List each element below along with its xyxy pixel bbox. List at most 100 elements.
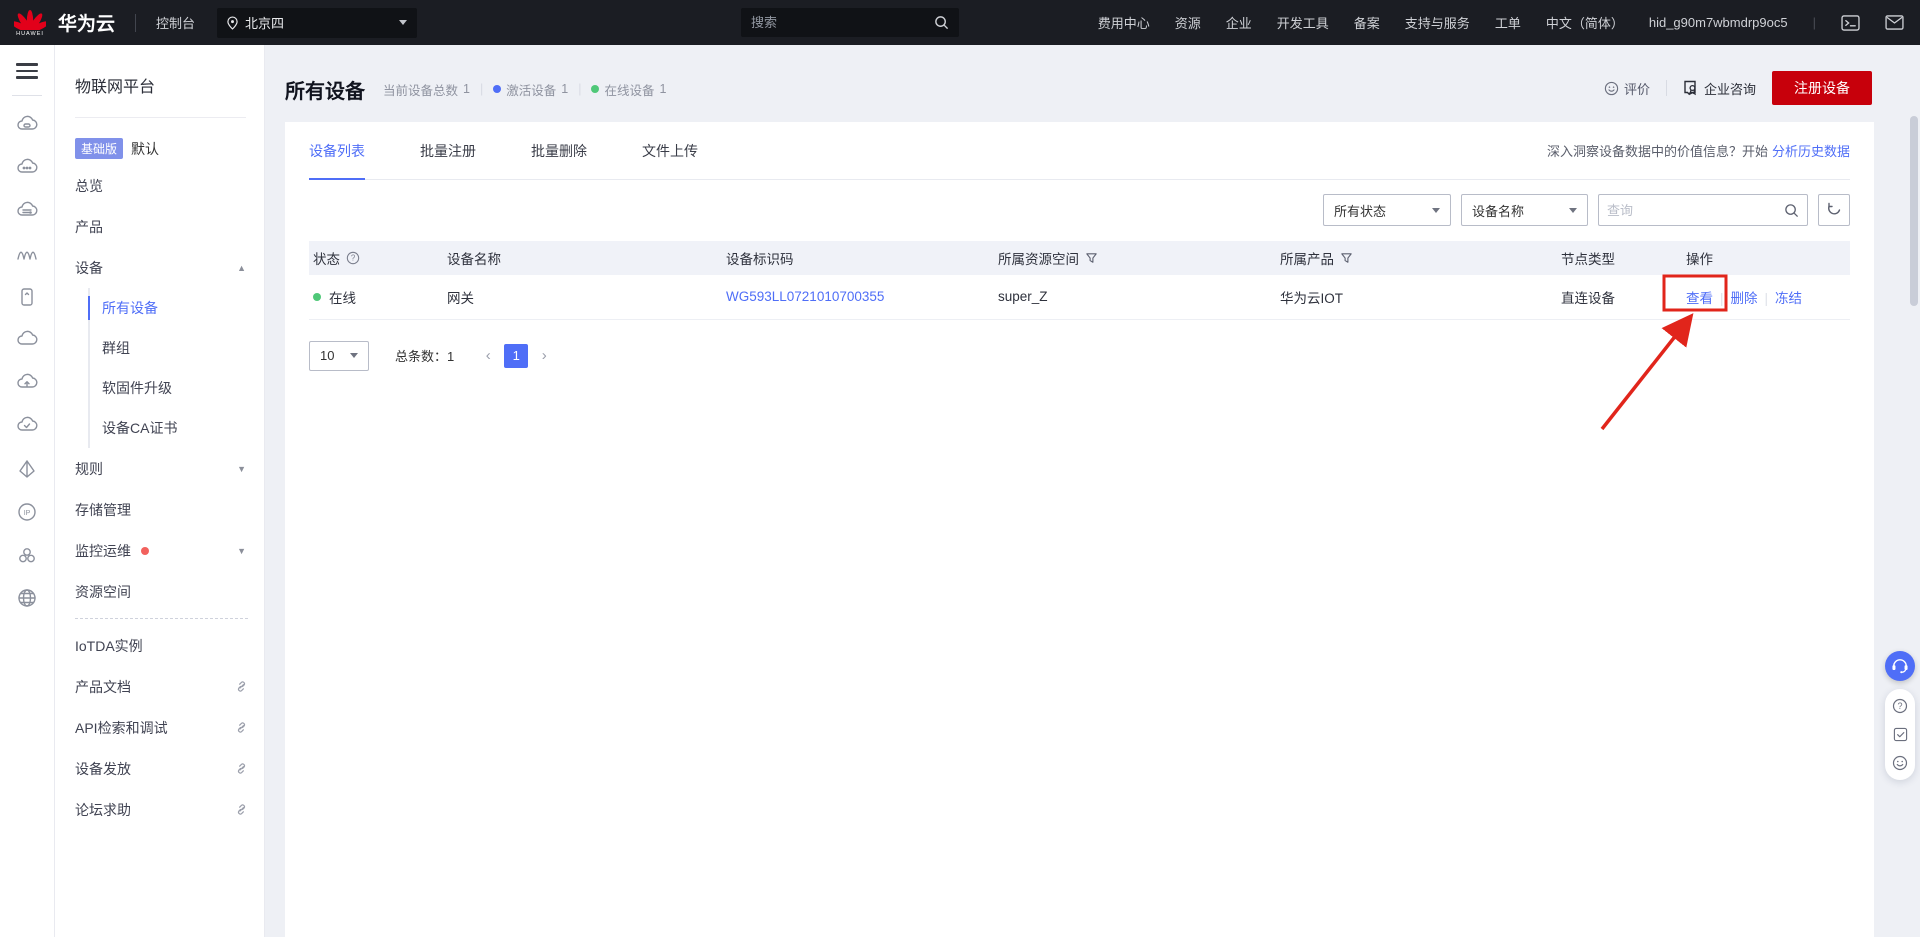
chevron-down-icon — [1569, 207, 1577, 213]
edition-row: 基础版 默认 — [75, 138, 264, 159]
page-size-select[interactable]: 10 — [309, 340, 369, 371]
brand-name: 华为云 — [58, 14, 116, 35]
svg-text:IP: IP — [24, 510, 31, 517]
table-row[interactable]: 在线 网关 WG593LL0721010700355 super_Z 华为云IO… — [309, 275, 1850, 320]
sidebar-item-storage[interactable]: 存储管理 — [55, 489, 264, 530]
console-link[interactable]: 控制台 — [156, 13, 195, 32]
hamburger-menu-icon[interactable] — [16, 63, 38, 79]
help-circle-button[interactable]: ? — [1892, 698, 1908, 714]
status-online-dot — [313, 292, 321, 301]
filter-funnel-icon[interactable] — [1340, 252, 1353, 265]
global-search-input[interactable] — [751, 15, 934, 30]
field-filter-select[interactable]: 设备名称 — [1461, 194, 1588, 226]
sidebar-item-overview[interactable]: 总览 — [55, 165, 264, 206]
query-search-box[interactable] — [1598, 194, 1808, 226]
status-value: 在线 — [329, 290, 356, 306]
huawei-logo[interactable]: HUAWEI — [14, 9, 46, 37]
rail-divider — [12, 94, 42, 96]
globe-icon[interactable] — [5, 577, 49, 620]
search-icon[interactable] — [934, 15, 949, 30]
sidebar-item-products[interactable]: 产品 — [55, 206, 264, 247]
total-count-label: 总条数：1 — [395, 349, 455, 364]
filter-funnel-icon[interactable] — [1085, 252, 1098, 265]
freeze-action-link[interactable]: 冻结 — [1775, 291, 1802, 306]
nav-icp[interactable]: 备案 — [1354, 13, 1380, 32]
nav-support[interactable]: 支持与服务 — [1405, 13, 1470, 32]
cloud-check-icon[interactable] — [5, 405, 49, 448]
analyze-history-link[interactable]: 分析历史数据 — [1772, 144, 1850, 159]
sidebar-item-devices[interactable]: 设备 ▲ — [55, 247, 264, 288]
prism-icon[interactable] — [5, 448, 49, 491]
global-search[interactable] — [741, 8, 959, 37]
delete-action-link[interactable]: 删除 — [1731, 291, 1758, 306]
rate-button[interactable]: 评价 — [1604, 79, 1650, 98]
assistant-robot-button[interactable] — [1885, 651, 1915, 681]
tab-batch-delete[interactable]: 批量删除 — [531, 122, 587, 179]
cloud-upload-icon[interactable] — [5, 362, 49, 405]
huawei-flower-icon — [14, 9, 46, 33]
org-icon[interactable] — [5, 534, 49, 577]
feedback-button[interactable] — [1893, 727, 1908, 742]
sidebar-item-firmware-upgrade[interactable]: 软固件升级 — [90, 368, 264, 408]
topbar-divider — [135, 13, 137, 32]
ip-icon[interactable]: IP — [5, 491, 49, 534]
devices-subgroup: 所有设备 群组 软固件升级 设备CA证书 — [88, 288, 264, 448]
chevron-down-icon: ▼ — [237, 545, 246, 556]
device-name: 网关 — [443, 275, 722, 320]
tab-device-list[interactable]: 设备列表 — [309, 122, 365, 180]
tabs: 设备列表 批量注册 批量删除 文件上传 深入洞察设备数据中的价值信息？开始 分析历… — [309, 122, 1850, 180]
cloud-server-icon[interactable] — [5, 190, 49, 233]
refresh-button[interactable] — [1818, 194, 1850, 226]
region-label: 北京四 — [245, 16, 285, 31]
sidebar-item-all-devices[interactable]: 所有设备 — [88, 288, 264, 328]
satisfaction-button[interactable] — [1892, 755, 1908, 771]
tab-batch-register[interactable]: 批量注册 — [420, 122, 476, 179]
help-icon[interactable]: ? — [346, 251, 360, 265]
nav-ticket[interactable]: 工单 — [1495, 13, 1521, 32]
online-dot — [591, 85, 600, 93]
vertical-scrollbar[interactable] — [1910, 116, 1918, 306]
cloud-ellipsis-icon[interactable] — [5, 147, 49, 190]
current-page-button[interactable]: 1 — [504, 343, 529, 368]
account-name[interactable]: hid_g90m7wbmdrp9oc5 — [1649, 15, 1788, 30]
sidebar-item-rules[interactable]: 规则 ▼ — [55, 448, 264, 489]
edition-name: 默认 — [131, 140, 160, 157]
nav-language[interactable]: 中文（简体） — [1546, 13, 1624, 32]
query-search-input[interactable] — [1607, 202, 1784, 218]
region-selector[interactable]: 北京四 — [217, 7, 418, 38]
sidebar-item-resource-space[interactable]: 资源空间 — [55, 571, 264, 612]
sidebar-item-device-provisioning[interactable]: 设备发放 — [55, 748, 264, 789]
prev-page-icon[interactable]: ‹ — [480, 347, 496, 364]
sidebar-item-forum-help[interactable]: 论坛求助 — [55, 789, 264, 830]
page-title: 所有设备 — [285, 80, 365, 103]
nav-devtools[interactable]: 开发工具 — [1277, 13, 1329, 32]
next-page-icon[interactable]: › — [536, 347, 552, 364]
device-code-link[interactable]: WG593LL0721010700355 — [726, 289, 884, 304]
resource-space: super_Z — [994, 275, 1276, 320]
status-filter-select[interactable]: 所有状态 — [1323, 194, 1451, 226]
stat-total: 当前设备总数 1 — [383, 82, 470, 98]
sidebar-item-api-explorer[interactable]: API检索和调试 — [55, 707, 264, 748]
terminal-icon[interactable] — [1841, 14, 1860, 31]
view-action-link[interactable]: 查看 — [1686, 291, 1713, 306]
enterprise-consult-button[interactable]: 企业咨询 — [1683, 79, 1756, 98]
waves-icon[interactable] — [5, 233, 49, 276]
search-icon[interactable] — [1784, 203, 1799, 218]
sidebar-item-iotda-instance[interactable]: IoTDA实例 — [55, 625, 264, 666]
cloud-icon[interactable] — [5, 319, 49, 362]
sidebar-item-product-docs[interactable]: 产品文档 — [55, 666, 264, 707]
nav-billing[interactable]: 费用中心 — [1098, 13, 1150, 32]
device-tablet-icon[interactable] — [5, 276, 49, 319]
topbar-right-nav: 费用中心 资源 企业 开发工具 备案 支持与服务 工单 中文（简体） hid_g… — [1098, 0, 1904, 45]
sidebar-item-device-ca[interactable]: 设备CA证书 — [90, 408, 264, 448]
mail-icon[interactable] — [1885, 15, 1904, 30]
tab-file-upload[interactable]: 文件上传 — [642, 122, 698, 179]
product-name: 华为云IOT — [1276, 275, 1557, 320]
cloud-host-icon[interactable] — [5, 104, 49, 147]
sidebar-item-groups[interactable]: 群组 — [90, 328, 264, 368]
sidebar-item-monitoring[interactable]: 监控运维 ▼ — [55, 530, 264, 571]
svg-text:?: ? — [1897, 701, 1902, 711]
nav-resources[interactable]: 资源 — [1175, 13, 1201, 32]
register-device-button[interactable]: 注册设备 — [1772, 71, 1872, 105]
nav-enterprise[interactable]: 企业 — [1226, 13, 1252, 32]
